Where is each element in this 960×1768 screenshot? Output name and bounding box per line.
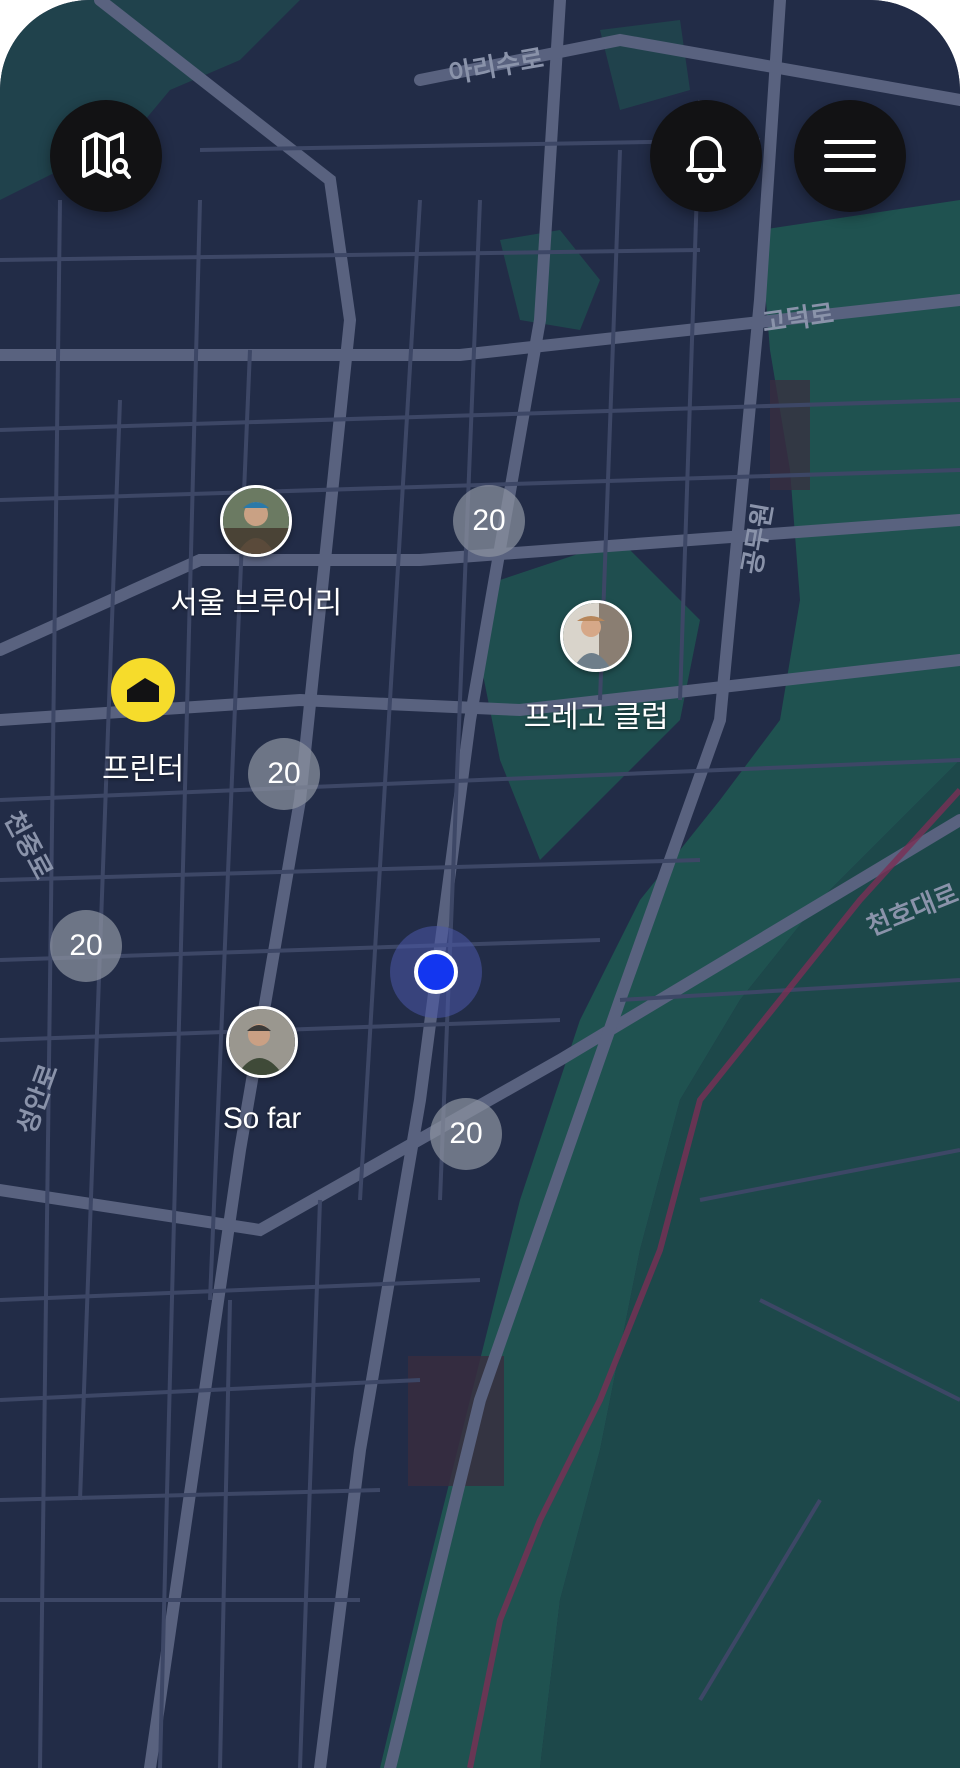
bell-icon [686, 136, 726, 183]
avatar-image [229, 1009, 295, 1075]
place-pin-printer[interactable] [111, 658, 175, 722]
map-screen: 아리수로 고덕로 공무원 천호대로 천중로 성안로 서울 브루어리 프레고 클럽… [0, 0, 960, 1768]
menu-icon [824, 140, 876, 172]
cheese-icon [127, 678, 159, 702]
cluster-marker[interactable]: 20 [248, 738, 320, 810]
place-label-frego-club: 프레고 클럽 [523, 701, 669, 734]
cluster-marker[interactable]: 20 [50, 910, 122, 982]
map-canvas[interactable] [0, 0, 960, 1768]
cluster-marker[interactable]: 20 [430, 1098, 502, 1170]
notifications-button[interactable] [650, 100, 762, 212]
place-pin-seoul-brewery[interactable] [220, 485, 292, 557]
menu-button[interactable] [794, 100, 906, 212]
avatar-image [223, 488, 289, 554]
map-search-button[interactable] [50, 100, 162, 212]
location-dot [414, 950, 458, 994]
place-label-seoul-brewery: 서울 브루어리 [170, 587, 342, 620]
place-pin-frego-club[interactable] [560, 600, 632, 672]
place-label-so-far: So far [222, 1102, 302, 1135]
map-search-icon [82, 132, 131, 179]
current-location-marker [390, 926, 482, 1018]
cluster-marker[interactable]: 20 [453, 485, 525, 557]
place-pin-so-far[interactable] [226, 1006, 298, 1078]
place-label-printer: 프린터 [102, 753, 184, 786]
avatar-image [563, 603, 629, 669]
